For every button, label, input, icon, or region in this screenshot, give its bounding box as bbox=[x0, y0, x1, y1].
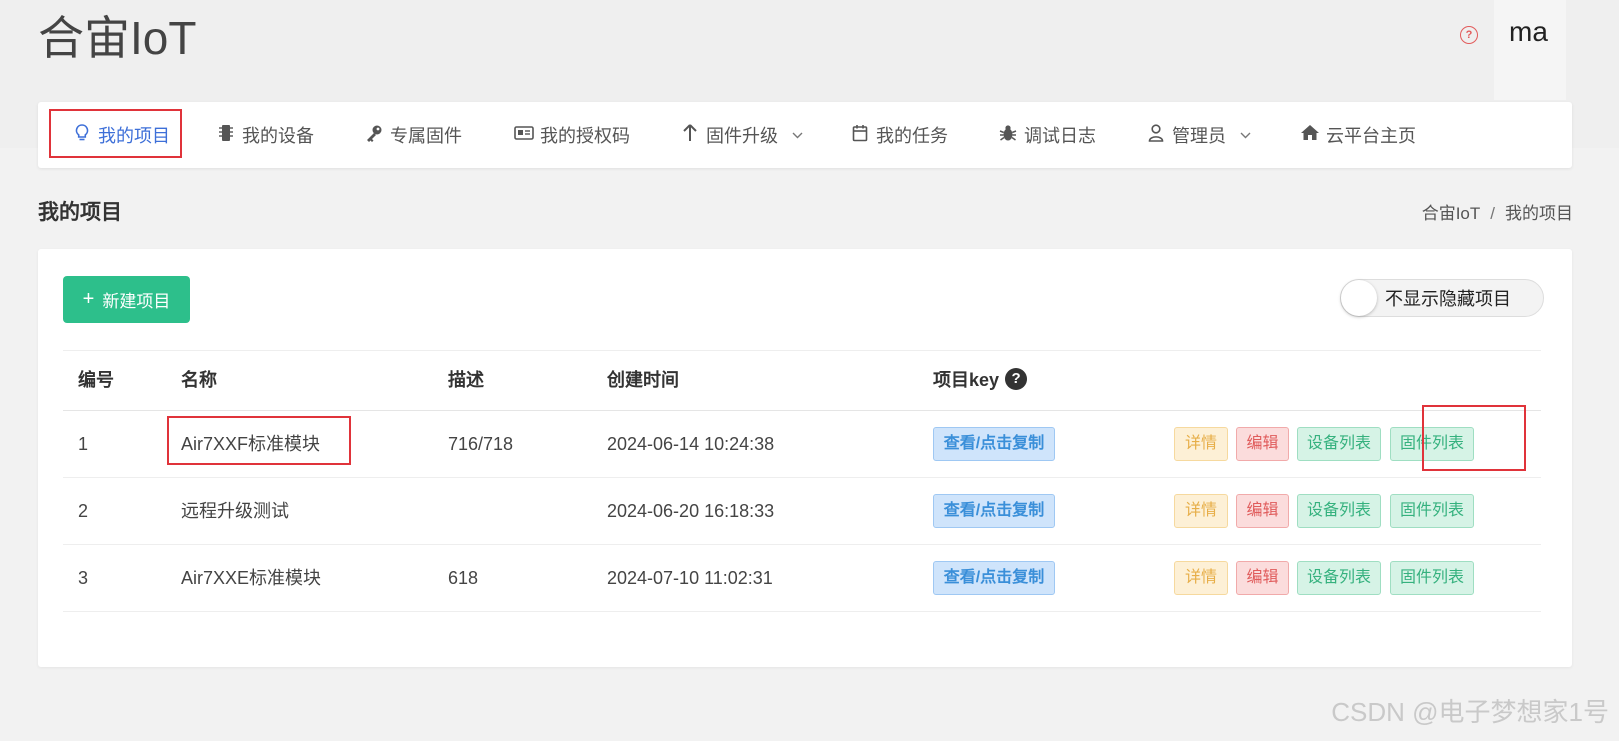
app-logo[interactable]: 合宙IoT bbox=[38, 2, 196, 68]
nav-item-admin[interactable]: 管理员 bbox=[1146, 102, 1251, 168]
nav-label: 我的任务 bbox=[876, 126, 948, 146]
nav-item-cloud-home[interactable]: 云平台主页 bbox=[1300, 102, 1416, 168]
firmware-list-button[interactable]: 固件列表 bbox=[1390, 561, 1474, 595]
main-nav: 我的项目 我的设备 专属固件 我的授权码 固件升级 我的任务 调试日志 管理员 … bbox=[38, 102, 1572, 168]
header-desc: 描述 bbox=[448, 370, 484, 390]
key-icon bbox=[364, 124, 384, 147]
nav-item-firmware[interactable]: 专属固件 bbox=[364, 102, 462, 168]
plus-icon: + bbox=[82, 288, 95, 310]
cell-created: 2024-07-10 11:02:31 bbox=[607, 568, 773, 588]
nav-label: 云平台主页 bbox=[1326, 126, 1416, 146]
table-header: 编号 名称 描述 创建时间 项目key? bbox=[63, 350, 1541, 411]
chevron-down-icon bbox=[1240, 128, 1251, 142]
cell-id: 1 bbox=[78, 434, 89, 454]
projects-table: 编号 名称 描述 创建时间 项目key? 1 Air7XXF标准模块 716/7… bbox=[63, 350, 1541, 612]
cell-name: 远程升级测试 bbox=[181, 501, 289, 521]
detail-button[interactable]: 详情 bbox=[1174, 561, 1228, 595]
cell-created: 2024-06-20 16:18:33 bbox=[607, 501, 775, 521]
arrow-up-icon bbox=[680, 123, 700, 147]
nav-item-devices[interactable]: 我的设备 bbox=[216, 102, 314, 168]
nav-item-license[interactable]: 我的授权码 bbox=[514, 102, 630, 168]
detail-button[interactable]: 详情 bbox=[1174, 494, 1228, 528]
home-icon bbox=[1300, 124, 1320, 146]
breadcrumb-current: 我的项目 bbox=[1505, 204, 1573, 223]
user-icon bbox=[1146, 123, 1166, 147]
header-key-label: 项目key bbox=[933, 370, 1000, 390]
firmware-list-button[interactable]: 固件列表 bbox=[1390, 494, 1474, 528]
nav-label: 专属固件 bbox=[390, 126, 462, 146]
chevron-down-icon bbox=[792, 128, 803, 142]
view-key-button[interactable]: 查看/点击复制 bbox=[933, 561, 1055, 595]
nav-item-upgrade[interactable]: 固件升级 bbox=[680, 102, 803, 168]
highlight-box-nav-projects bbox=[49, 109, 182, 158]
id-card-icon bbox=[514, 125, 534, 146]
bug-icon bbox=[998, 124, 1018, 147]
highlight-box-project-name bbox=[167, 416, 351, 465]
hide-hidden-projects-toggle[interactable]: 不显示隐藏项目 bbox=[1340, 279, 1544, 317]
cell-desc: 716/718 bbox=[448, 434, 514, 454]
calendar-icon bbox=[850, 124, 870, 147]
highlight-box-firmware-list bbox=[1422, 405, 1526, 471]
toggle-knob[interactable] bbox=[1341, 280, 1377, 316]
user-menu[interactable] bbox=[1494, 0, 1566, 100]
device-list-button[interactable]: 设备列表 bbox=[1297, 494, 1381, 528]
username[interactable]: ma bbox=[1509, 16, 1548, 48]
device-list-button[interactable]: 设备列表 bbox=[1297, 561, 1381, 595]
new-project-label: 新建项目 bbox=[102, 292, 171, 311]
nav-item-tasks[interactable]: 我的任务 bbox=[850, 102, 948, 168]
help-icon[interactable]: ? bbox=[1460, 26, 1478, 44]
header-project-key: 项目key? bbox=[933, 351, 1028, 410]
cell-name: Air7XXE标准模块 bbox=[181, 568, 322, 588]
view-key-button[interactable]: 查看/点击复制 bbox=[933, 427, 1055, 461]
table-row: 3 Air7XXE标准模块 618 2024-07-10 11:02:31 查看… bbox=[63, 545, 1541, 612]
nav-label: 固件升级 bbox=[706, 126, 778, 146]
nav-item-debug-log[interactable]: 调试日志 bbox=[998, 102, 1096, 168]
page-title: 我的项目 bbox=[38, 201, 122, 224]
header-name: 名称 bbox=[181, 370, 217, 390]
device-list-button[interactable]: 设备列表 bbox=[1297, 427, 1381, 461]
header-created: 创建时间 bbox=[607, 370, 679, 390]
new-project-button[interactable]: + 新建项目 bbox=[63, 276, 190, 323]
toggle-label: 不显示隐藏项目 bbox=[1385, 289, 1511, 309]
cell-desc: 618 bbox=[448, 568, 479, 588]
watermark: CSDN @电子梦想家1号 bbox=[1331, 697, 1609, 727]
edit-button[interactable]: 编辑 bbox=[1236, 427, 1289, 461]
nav-label: 调试日志 bbox=[1024, 126, 1096, 146]
detail-button[interactable]: 详情 bbox=[1174, 427, 1228, 461]
cell-id: 3 bbox=[78, 568, 89, 588]
chip-icon bbox=[216, 124, 236, 147]
view-key-button[interactable]: 查看/点击复制 bbox=[933, 494, 1055, 528]
nav-label: 我的授权码 bbox=[540, 126, 630, 146]
edit-button[interactable]: 编辑 bbox=[1236, 561, 1289, 595]
breadcrumb: 合宙IoT / 我的项目 bbox=[1421, 204, 1573, 223]
nav-label: 我的设备 bbox=[242, 126, 314, 146]
breadcrumb-home[interactable]: 合宙IoT bbox=[1422, 204, 1481, 223]
cell-id: 2 bbox=[78, 501, 89, 521]
cell-created: 2024-06-14 10:24:38 bbox=[607, 434, 775, 454]
table-row: 2 远程升级测试 2024-06-20 16:18:33 查看/点击复制 详情 … bbox=[63, 478, 1541, 545]
header-id: 编号 bbox=[78, 370, 114, 390]
edit-button[interactable]: 编辑 bbox=[1236, 494, 1289, 528]
nav-label: 管理员 bbox=[1172, 126, 1226, 146]
question-circle-icon[interactable]: ? bbox=[1005, 368, 1028, 391]
